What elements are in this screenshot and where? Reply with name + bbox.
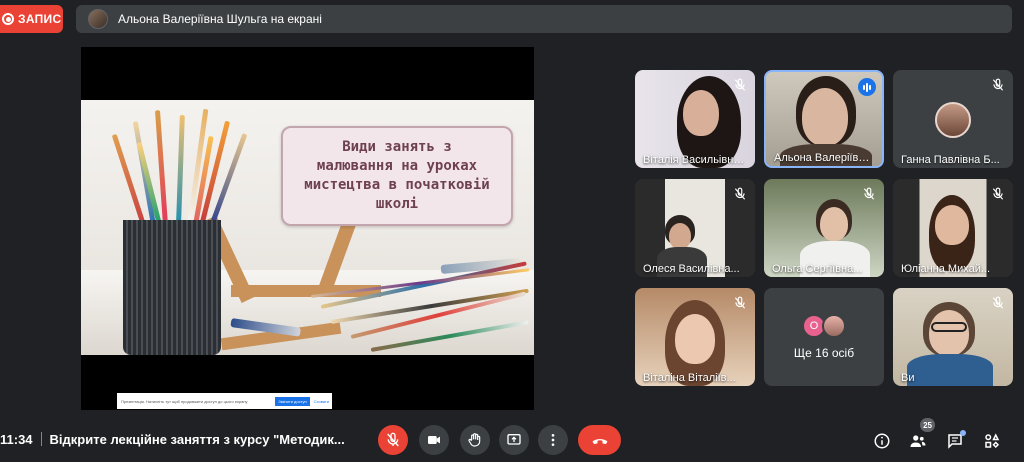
participant-name: Альона Валеріївна... xyxy=(774,152,880,164)
presenter-avatar xyxy=(88,9,108,29)
participant-tile[interactable]: Ольга Сергіївна... xyxy=(764,179,884,277)
recording-label: ЗАПИС xyxy=(18,12,62,26)
participant-photo-avatar xyxy=(822,314,846,338)
more-participants-avatars: O xyxy=(802,314,846,338)
notice-change-button[interactable]: Змінити доступ xyxy=(275,396,310,406)
participant-glasses xyxy=(931,322,967,332)
participant-tile-speaking[interactable]: Альона Валеріївна... xyxy=(764,70,884,168)
mic-off-icon xyxy=(860,185,878,203)
participant-face xyxy=(820,207,848,241)
mic-off-icon xyxy=(731,294,749,312)
meeting-time: 11:34 xyxy=(0,431,33,447)
mic-off-icon xyxy=(387,432,399,447)
slide-title-line: мистецтва в початковій xyxy=(304,177,490,193)
microphone-button[interactable] xyxy=(378,425,408,455)
raise-hand-icon xyxy=(468,433,481,447)
meeting-details: 11:34 Відкрите лекційне заняття з курсу … xyxy=(0,430,345,448)
self-view-tile[interactable]: Ви xyxy=(893,288,1013,386)
mic-off-icon xyxy=(731,185,749,203)
notice-hide-link[interactable]: Сховати xyxy=(314,399,332,404)
activities-button[interactable] xyxy=(981,430,1003,452)
screen-share-notice: Презентація. Натисніть тут щоб продовжит… xyxy=(117,393,332,409)
participant-tile[interactable]: Юліанна Михай... xyxy=(893,179,1013,277)
presentation-slide: Види занять з малювання на уроках мистец… xyxy=(81,100,534,355)
chat-button[interactable] xyxy=(944,430,966,452)
participant-avatar xyxy=(935,102,971,138)
leave-call-button[interactable] xyxy=(578,425,621,455)
slide-title-line: школі xyxy=(375,196,419,212)
meeting-title[interactable]: Відкрите лекційне заняття з курсу "Метод… xyxy=(50,432,345,447)
speaking-indicator-icon xyxy=(858,78,876,96)
record-icon xyxy=(2,13,14,25)
shared-screen: Види занять з малювання на уроках мистец… xyxy=(81,47,534,410)
more-participants-tile[interactable]: O Ще 16 осіб xyxy=(764,288,884,386)
present-icon xyxy=(507,434,521,445)
present-screen-button[interactable] xyxy=(499,425,529,455)
participant-name: Олеся Василівна... xyxy=(643,263,740,275)
more-participants-label: Ще 16 осіб xyxy=(793,346,855,360)
participant-tile[interactable]: Віталіна Віталіїв... xyxy=(635,288,755,386)
meeting-info-button[interactable] xyxy=(871,430,893,452)
mic-off-icon xyxy=(989,185,1007,203)
divider xyxy=(40,432,42,446)
participant-face xyxy=(669,223,691,249)
participant-tile[interactable]: Віталія Васильівна... xyxy=(635,70,755,168)
people-count-badge: 25 xyxy=(920,418,935,432)
slide-title: Види занять з малювання на уроках мистец… xyxy=(304,138,489,214)
participant-face xyxy=(683,90,719,136)
mic-off-icon xyxy=(989,76,1007,94)
participant-name: Ви xyxy=(901,372,915,384)
raise-hand-button[interactable] xyxy=(460,425,490,455)
presenter-text: Альона Валеріївна Шульга на екрані xyxy=(118,12,322,26)
participant-face xyxy=(802,88,848,146)
notice-text: Презентація. Натисніть тут щоб продовжит… xyxy=(121,398,248,404)
presenter-banner: Альона Валеріївна Шульга на екрані xyxy=(76,5,1012,33)
mic-off-icon xyxy=(989,294,1007,312)
chat-notification-dot xyxy=(960,430,966,436)
slide-title-line: Види занять з xyxy=(342,139,452,155)
participant-name: Ольга Сергіївна... xyxy=(772,263,863,275)
participant-face xyxy=(675,314,715,364)
participant-tile[interactable]: Олеся Василівна... xyxy=(635,179,755,277)
activities-icon xyxy=(985,433,1000,449)
participant-name: Ганна Павлівна Б... xyxy=(901,154,1000,166)
brush-pot xyxy=(123,220,221,355)
participant-name: Юліанна Михай... xyxy=(901,263,991,275)
info-icon xyxy=(874,433,890,449)
mic-off-icon xyxy=(731,76,749,94)
participant-name: Віталія Васильівна... xyxy=(643,154,749,166)
recording-badge[interactable]: ЗАПИС xyxy=(0,5,63,33)
camera-button[interactable] xyxy=(419,425,449,455)
slide-title-card: Види занять з малювання на уроках мистец… xyxy=(281,126,513,226)
more-options-icon xyxy=(551,434,555,446)
participant-name: Віталіна Віталіїв... xyxy=(643,372,736,384)
people-icon xyxy=(910,435,926,447)
slide-title-line: малювання на уроках xyxy=(316,158,478,174)
people-button[interactable]: 25 xyxy=(907,418,935,452)
participant-face xyxy=(929,310,969,356)
end-call-icon xyxy=(592,439,607,445)
camera-icon xyxy=(428,436,440,444)
paintbrush xyxy=(176,114,185,226)
participant-face xyxy=(935,205,969,245)
more-options-button[interactable] xyxy=(538,425,568,455)
participant-tile[interactable]: Ганна Павлівна Б... xyxy=(893,70,1013,168)
